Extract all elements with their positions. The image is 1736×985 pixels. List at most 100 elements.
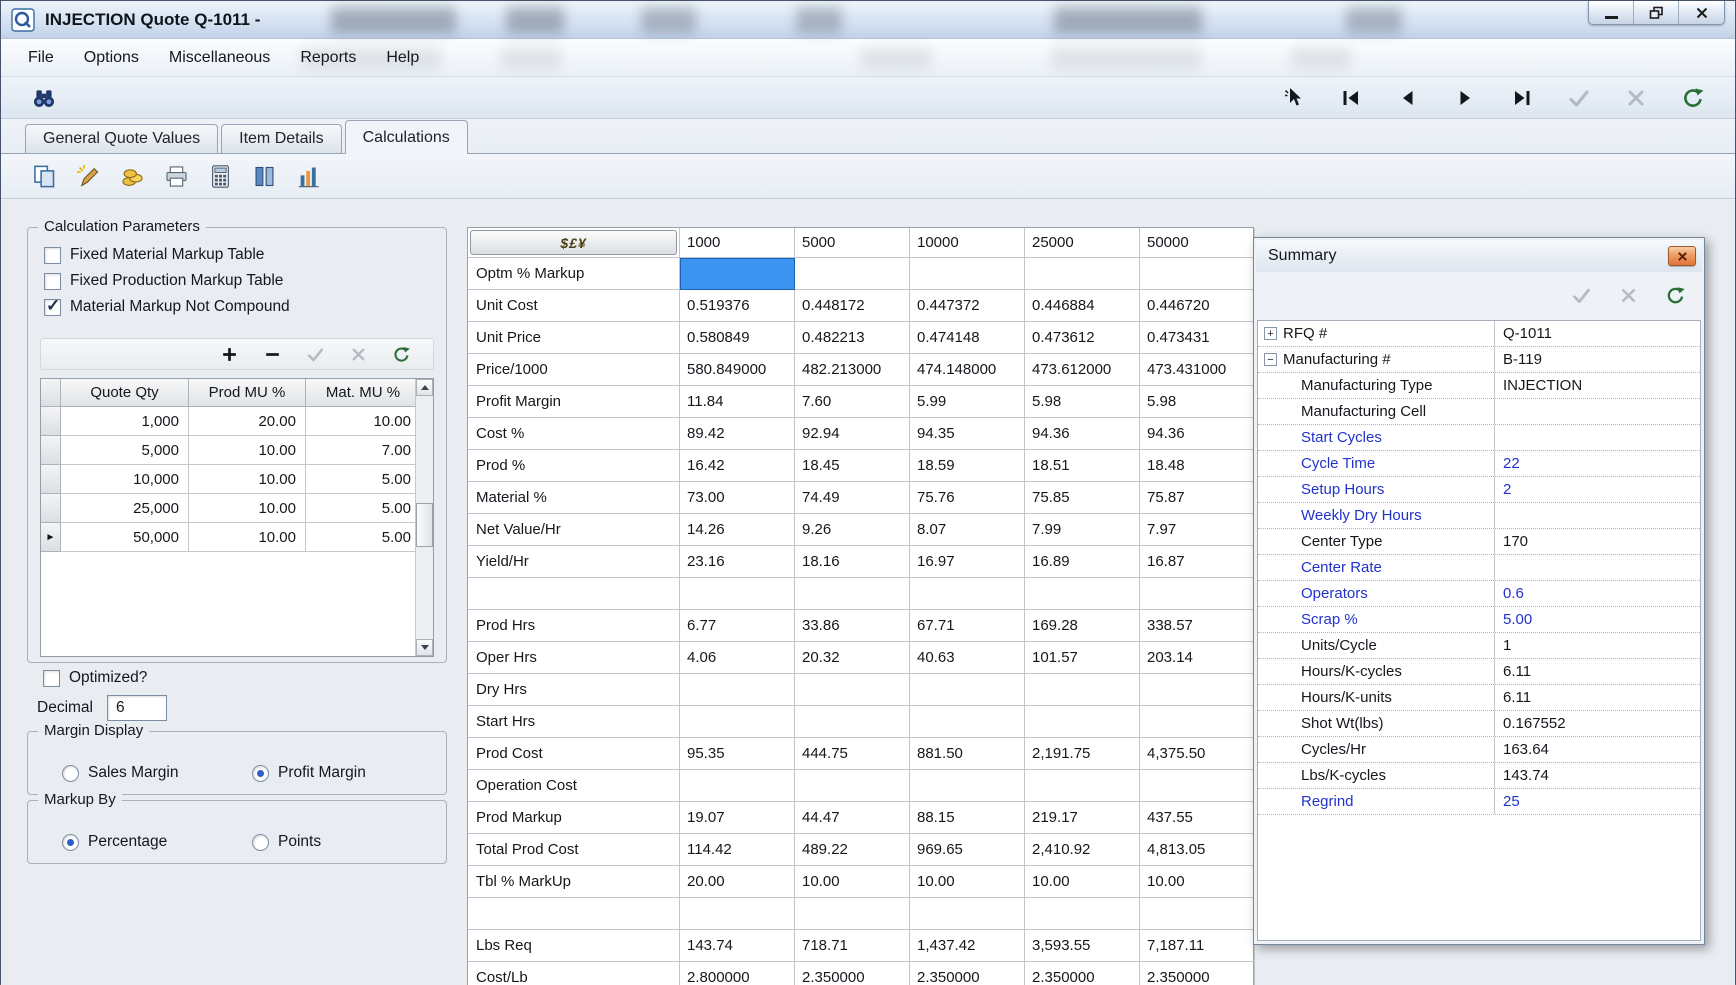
quantity-column-header[interactable]: 5000 bbox=[795, 228, 910, 258]
tab-item-details[interactable]: Item Details bbox=[221, 124, 341, 153]
cell[interactable]: 94.36 bbox=[1025, 418, 1140, 450]
cell[interactable]: 7.97 bbox=[1140, 514, 1255, 546]
markup-table-scrollbar[interactable] bbox=[415, 379, 433, 656]
cell[interactable]: 338.57 bbox=[1140, 610, 1255, 642]
cell[interactable]: 10.00 bbox=[1140, 866, 1255, 898]
cell[interactable]: 94.36 bbox=[1140, 418, 1255, 450]
checkbox-fixed-production-markup-table[interactable] bbox=[44, 273, 61, 290]
cell[interactable]: 5.00 bbox=[306, 523, 421, 552]
cell[interactable] bbox=[680, 258, 795, 290]
cell[interactable]: 2.800000 bbox=[680, 962, 795, 985]
cell[interactable]: 482.213000 bbox=[795, 354, 910, 386]
refresh-icon[interactable] bbox=[1681, 86, 1705, 110]
cell[interactable]: 10.00 bbox=[306, 407, 421, 436]
cell[interactable]: 10,000 bbox=[61, 465, 189, 494]
cell[interactable]: 25,000 bbox=[61, 494, 189, 523]
scroll-down-button[interactable] bbox=[416, 639, 433, 656]
summary-value[interactable]: INJECTION bbox=[1494, 373, 1700, 398]
checkbox-fixed-material-markup-table[interactable] bbox=[44, 247, 61, 264]
cell[interactable] bbox=[910, 770, 1025, 802]
cell[interactable]: 2.350000 bbox=[910, 962, 1025, 985]
cell[interactable]: 10.00 bbox=[189, 465, 306, 494]
cell[interactable]: 474.148000 bbox=[910, 354, 1025, 386]
cell[interactable]: 20.00 bbox=[680, 866, 795, 898]
accept-icon[interactable] bbox=[1571, 285, 1592, 306]
cell[interactable]: 19.07 bbox=[680, 802, 795, 834]
cell[interactable]: 0.580849 bbox=[680, 322, 795, 354]
scrollbar-thumb[interactable] bbox=[416, 503, 433, 547]
summary-value[interactable]: 2 bbox=[1494, 477, 1700, 502]
cell[interactable]: 5.98 bbox=[1140, 386, 1255, 418]
radio-percentage[interactable] bbox=[62, 834, 79, 851]
cell[interactable]: 473.612000 bbox=[1025, 354, 1140, 386]
cell[interactable] bbox=[910, 706, 1025, 738]
summary-value[interactable]: 6.11 bbox=[1494, 685, 1700, 710]
cell[interactable]: 18.59 bbox=[910, 450, 1025, 482]
summary-value[interactable] bbox=[1494, 399, 1700, 424]
cell[interactable] bbox=[1025, 258, 1140, 290]
cell[interactable]: 2.350000 bbox=[1140, 962, 1255, 985]
add-icon[interactable] bbox=[220, 345, 239, 364]
cell[interactable] bbox=[1140, 258, 1255, 290]
cell[interactable]: 75.87 bbox=[1140, 482, 1255, 514]
cell[interactable] bbox=[1025, 578, 1140, 610]
cell[interactable]: 5.98 bbox=[1025, 386, 1140, 418]
cell[interactable] bbox=[910, 898, 1025, 930]
currency-button[interactable]: $£¥ bbox=[470, 230, 677, 255]
cell[interactable]: 143.74 bbox=[680, 930, 795, 962]
close-button[interactable] bbox=[1679, 1, 1724, 25]
summary-label[interactable]: Start Cycles bbox=[1277, 429, 1494, 446]
cell[interactable]: 0.482213 bbox=[795, 322, 910, 354]
summary-value[interactable]: 22 bbox=[1494, 451, 1700, 476]
refresh-icon[interactable] bbox=[1665, 285, 1686, 306]
last-record-icon[interactable] bbox=[1510, 86, 1534, 110]
cancel-icon[interactable] bbox=[1618, 285, 1639, 306]
summary-label[interactable]: Regrind bbox=[1277, 793, 1494, 810]
radio-points[interactable] bbox=[252, 834, 269, 851]
cell[interactable]: 4,375.50 bbox=[1140, 738, 1255, 770]
cell[interactable] bbox=[795, 770, 910, 802]
cell[interactable]: 8.07 bbox=[910, 514, 1025, 546]
cell[interactable] bbox=[1140, 770, 1255, 802]
cell[interactable]: 18.51 bbox=[1025, 450, 1140, 482]
cell[interactable] bbox=[680, 770, 795, 802]
columns-icon[interactable] bbox=[251, 163, 278, 190]
menu-item-file[interactable]: File bbox=[13, 42, 69, 74]
cell[interactable]: 0.519376 bbox=[680, 290, 795, 322]
next-record-icon[interactable] bbox=[1453, 86, 1477, 110]
coins-icon[interactable] bbox=[119, 163, 146, 190]
column-header-mat-mu[interactable]: Mat. MU % bbox=[306, 379, 421, 407]
accept-icon[interactable] bbox=[1567, 86, 1591, 110]
cell[interactable]: 0.474148 bbox=[910, 322, 1025, 354]
cell[interactable]: 5,000 bbox=[61, 436, 189, 465]
cell[interactable]: 92.94 bbox=[795, 418, 910, 450]
summary-label[interactable]: Center Rate bbox=[1277, 559, 1494, 576]
minimize-button[interactable] bbox=[1589, 1, 1634, 25]
cell[interactable] bbox=[795, 674, 910, 706]
cell[interactable] bbox=[1140, 578, 1255, 610]
cell[interactable]: 2.350000 bbox=[1025, 962, 1140, 985]
radio-sales-margin[interactable] bbox=[62, 765, 79, 782]
copy-icon[interactable] bbox=[31, 163, 58, 190]
column-header-quote-qty[interactable]: Quote Qty bbox=[61, 379, 189, 407]
cell[interactable] bbox=[1025, 706, 1140, 738]
quantity-column-header[interactable]: 25000 bbox=[1025, 228, 1140, 258]
menu-item-miscellaneous[interactable]: Miscellaneous bbox=[154, 42, 285, 74]
tab-general-quote-values[interactable]: General Quote Values bbox=[25, 124, 218, 153]
cell[interactable]: 0.446720 bbox=[1140, 290, 1255, 322]
cell[interactable]: 23.16 bbox=[680, 546, 795, 578]
cell[interactable]: 95.35 bbox=[680, 738, 795, 770]
cell[interactable]: 5.99 bbox=[910, 386, 1025, 418]
summary-label[interactable]: Operators bbox=[1277, 585, 1494, 602]
radio-option-points[interactable]: Points bbox=[252, 833, 442, 851]
menu-item-options[interactable]: Options bbox=[69, 42, 154, 74]
summary-value[interactable]: 5.00 bbox=[1494, 607, 1700, 632]
summary-value[interactable]: 1 bbox=[1494, 633, 1700, 658]
cell[interactable] bbox=[1025, 674, 1140, 706]
cell[interactable]: 89.42 bbox=[680, 418, 795, 450]
calculator-icon[interactable] bbox=[207, 163, 234, 190]
cell[interactable] bbox=[1140, 898, 1255, 930]
cancel-icon[interactable] bbox=[1624, 86, 1648, 110]
cell[interactable]: 0.447372 bbox=[910, 290, 1025, 322]
quantity-column-header[interactable]: 50000 bbox=[1140, 228, 1255, 258]
